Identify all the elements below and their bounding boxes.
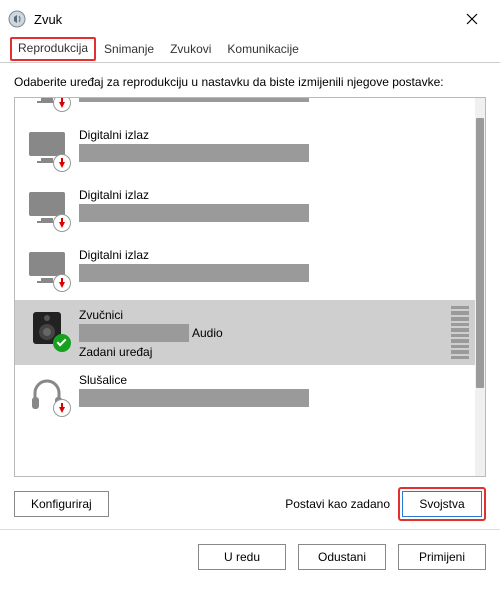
device-desc-redacted bbox=[79, 389, 309, 407]
device-row[interactable]: Digitalni izlaz bbox=[15, 240, 475, 300]
monitor-icon bbox=[25, 246, 69, 290]
tab-playback[interactable]: Reprodukcija bbox=[10, 37, 96, 61]
device-name: Slušalice bbox=[79, 373, 467, 387]
monitor-icon bbox=[25, 97, 69, 110]
tab-recording[interactable]: Snimanje bbox=[96, 38, 162, 62]
monitor-icon bbox=[25, 126, 69, 170]
device-desc-redacted bbox=[79, 264, 309, 282]
tab-communications[interactable]: Komunikacije bbox=[219, 38, 306, 62]
device-list: Digital Output Digitalni izlaz bbox=[14, 97, 486, 477]
device-row[interactable]: Slušalice bbox=[15, 365, 475, 425]
properties-highlight: Svojstva bbox=[398, 487, 486, 521]
status-badge-down-icon bbox=[53, 154, 71, 172]
device-row[interactable]: Digitalni izlaz bbox=[15, 180, 475, 240]
set-default-button[interactable]: Postavi kao zadano bbox=[277, 492, 398, 516]
status-badge-check-icon bbox=[53, 334, 71, 352]
close-icon bbox=[466, 13, 478, 25]
device-status: Zadani uređaj bbox=[79, 345, 467, 359]
device-row-selected[interactable]: Zvučnici Audio Zadani uređaj bbox=[15, 300, 475, 365]
device-desc-redacted bbox=[79, 144, 309, 162]
device-name: Digitalni izlaz bbox=[79, 188, 467, 202]
device-name: Digitalni izlaz bbox=[79, 248, 467, 262]
tab-sounds[interactable]: Zvukovi bbox=[162, 38, 219, 62]
scrollbar-thumb[interactable] bbox=[476, 118, 484, 388]
tabs-bar: Reprodukcija Snimanje Zvukovi Komunikaci… bbox=[0, 38, 500, 63]
cancel-button[interactable]: Odustani bbox=[298, 544, 386, 570]
ok-button[interactable]: U redu bbox=[198, 544, 286, 570]
device-name: Digitalni izlaz bbox=[79, 128, 467, 142]
close-button[interactable] bbox=[452, 4, 492, 34]
window-title: Zvuk bbox=[34, 12, 452, 27]
device-name: Zvučnici bbox=[79, 308, 467, 322]
headphones-icon bbox=[25, 371, 69, 415]
speaker-icon bbox=[25, 306, 69, 350]
device-row[interactable]: Digitalni izlaz bbox=[15, 120, 475, 180]
properties-button[interactable]: Svojstva bbox=[402, 491, 482, 517]
device-desc-redacted bbox=[79, 204, 309, 222]
device-desc-suffix: Audio bbox=[192, 326, 223, 340]
device-desc-redacted bbox=[79, 324, 189, 342]
titlebar: Zvuk bbox=[0, 0, 500, 38]
sound-app-icon bbox=[8, 10, 26, 28]
scrollbar[interactable] bbox=[475, 98, 485, 476]
level-meter bbox=[451, 306, 469, 359]
device-row[interactable]: Digital Output bbox=[15, 97, 475, 120]
status-badge-down-icon bbox=[53, 214, 71, 232]
instruction-text: Odaberite uređaj za reprodukciju u nasta… bbox=[14, 75, 486, 89]
status-badge-down-icon bbox=[53, 274, 71, 292]
monitor-icon bbox=[25, 186, 69, 230]
configure-button[interactable]: Konfiguriraj bbox=[14, 491, 109, 517]
apply-button[interactable]: Primijeni bbox=[398, 544, 486, 570]
device-desc-redacted bbox=[79, 97, 309, 102]
